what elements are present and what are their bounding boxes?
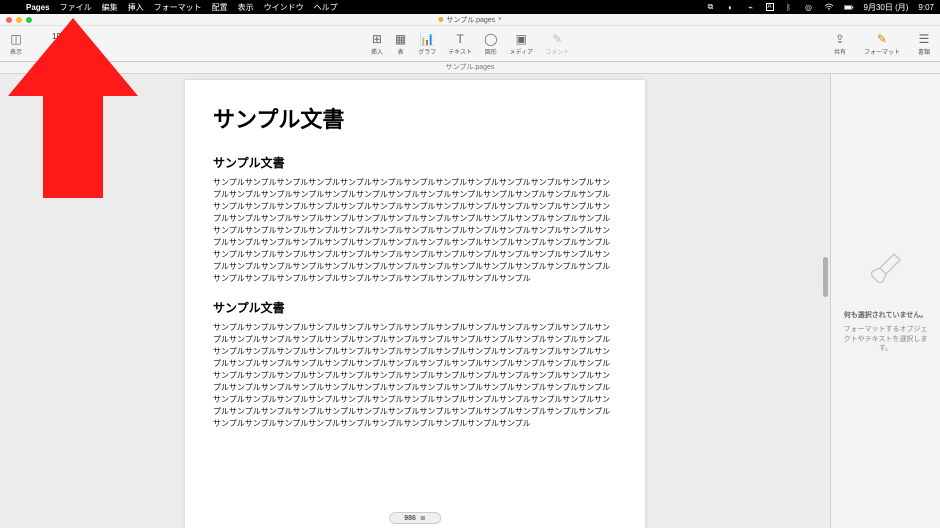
insert-button[interactable]: ⊞挿入 xyxy=(371,32,383,56)
text-label: テキスト xyxy=(448,47,472,56)
menu-view[interactable]: 表示 xyxy=(238,2,254,13)
format-label: フォーマット xyxy=(864,47,900,56)
menubar-date[interactable]: 9月30日 (月) xyxy=(864,2,909,13)
apple-icon[interactable] xyxy=(6,2,16,12)
zoom-control[interactable]: 150%˅ 拡大/縮小 xyxy=(52,32,78,50)
page[interactable]: サンプル文書 サンプル文書 サンプルサンプルサンプルサンプルサンプルサンプルサン… xyxy=(185,80,645,528)
window-minimize-button[interactable] xyxy=(16,17,22,23)
document-label: 書類 xyxy=(918,47,930,56)
list-icon: ≣ xyxy=(420,514,426,522)
table-button[interactable]: ▦表 xyxy=(395,32,406,56)
view-label: 表示 xyxy=(10,47,22,56)
status-icon-2[interactable]: ◐ xyxy=(726,2,736,12)
comment-icon: ✎ xyxy=(552,32,562,46)
document-tab[interactable]: サンプル.pages xyxy=(0,62,940,74)
shape-label: 図形 xyxy=(485,47,497,56)
view-button[interactable]: ◫ 表示 xyxy=(10,32,22,56)
shape-icon: ◯ xyxy=(484,32,497,46)
share-button[interactable]: ⇪共有 xyxy=(834,32,846,56)
menubar-time[interactable]: 9:07 xyxy=(918,3,934,12)
window-zoom-button[interactable] xyxy=(26,17,32,23)
vertical-scrollbar[interactable] xyxy=(822,80,829,522)
zoom-value: 150% xyxy=(52,32,72,41)
word-count-value: 986 xyxy=(404,515,416,522)
menu-edit[interactable]: 編集 xyxy=(102,2,118,13)
section-body-1[interactable]: サンプルサンプルサンプルサンプルサンプルサンプルサンプルサンプルサンプルサンプル… xyxy=(213,177,617,285)
media-icon: ▣ xyxy=(516,32,527,46)
table-label: 表 xyxy=(398,47,404,56)
menu-format[interactable]: フォーマット xyxy=(154,2,202,13)
chart-icon: 📊 xyxy=(420,32,435,46)
sidebar-icon: ◫ xyxy=(10,32,21,46)
window-titlebar: サンプル.pages ˅ xyxy=(0,14,940,26)
bluetooth-icon[interactable]: ᛒ xyxy=(784,2,794,12)
chart-label: グラフ xyxy=(418,47,436,56)
document-icon: ☰ xyxy=(919,32,930,46)
toolbar: ◫ 表示 150%˅ 拡大/縮小 ⊞挿入 ▦表 📊グラフ Tテキスト ◯図形 ▣… xyxy=(0,26,940,62)
window-title[interactable]: サンプル.pages xyxy=(446,15,495,25)
chevron-down-icon[interactable]: ˅ xyxy=(498,17,502,23)
media-label: メディア xyxy=(510,47,534,56)
brush-icon xyxy=(866,248,906,297)
menu-window[interactable]: ウインドウ xyxy=(264,2,304,13)
section-heading-2[interactable]: サンプル文書 xyxy=(213,299,617,316)
wifi-icon[interactable] xyxy=(824,2,834,12)
status-icon-3[interactable]: ⌁ xyxy=(746,2,756,12)
insert-icon: ⊞ xyxy=(372,32,382,46)
menu-arrange[interactable]: 配置 xyxy=(212,2,228,13)
battery-icon[interactable] xyxy=(844,2,854,12)
window-close-button[interactable] xyxy=(6,17,12,23)
document-button[interactable]: ☰書類 xyxy=(918,32,930,56)
status-icon-4[interactable]: ◎ xyxy=(804,2,814,12)
format-button[interactable]: ✎フォーマット xyxy=(864,32,900,56)
brush-icon: ✎ xyxy=(877,32,887,46)
status-icon-1[interactable]: ⧉ xyxy=(706,2,716,12)
comment-button[interactable]: ✎コメント xyxy=(545,32,569,56)
table-icon: ▦ xyxy=(395,32,406,46)
toolbar-center-group: ⊞挿入 ▦表 📊グラフ Tテキスト ◯図形 ▣メディア ✎コメント xyxy=(371,32,569,56)
share-icon: ⇪ xyxy=(835,32,845,46)
canvas[interactable]: サンプル文書 サンプル文書 サンプルサンプルサンプルサンプルサンプルサンプルサン… xyxy=(0,74,830,528)
chart-button[interactable]: 📊グラフ xyxy=(418,32,436,56)
chevron-down-icon: ˅ xyxy=(74,33,78,39)
shape-button[interactable]: ◯図形 xyxy=(484,32,497,56)
menu-insert[interactable]: 挿入 xyxy=(128,2,144,13)
menu-help[interactable]: ヘルプ xyxy=(314,2,338,13)
insert-label: 挿入 xyxy=(371,47,383,56)
text-button[interactable]: Tテキスト xyxy=(448,32,472,56)
share-label: 共有 xyxy=(834,47,846,56)
menu-file[interactable]: ファイル xyxy=(60,2,92,13)
input-icon[interactable]: A xyxy=(766,3,774,11)
text-icon: T xyxy=(456,32,463,46)
document-proxy-icon[interactable] xyxy=(438,17,443,22)
menubar-app-name[interactable]: Pages xyxy=(26,3,50,12)
media-button[interactable]: ▣メディア xyxy=(510,32,534,56)
zoom-label: 拡大/縮小 xyxy=(52,41,78,50)
section-heading-1[interactable]: サンプル文書 xyxy=(213,154,617,171)
sidebar-empty-title: 何も選択されていません。 xyxy=(841,311,930,321)
scroll-thumb[interactable] xyxy=(823,257,828,297)
format-sidebar: 何も選択されていません。 フォーマットするオブジェクトやテキストを選択します。 xyxy=(830,74,940,528)
sidebar-empty-body: フォーマットするオブジェクトやテキストを選択します。 xyxy=(841,325,930,354)
section-body-2[interactable]: サンプルサンプルサンプルサンプルサンプルサンプルサンプルサンプルサンプルサンプル… xyxy=(213,322,617,430)
comment-label: コメント xyxy=(545,47,569,56)
mac-menubar: Pages ファイル 編集 挿入 フォーマット 配置 表示 ウインドウ ヘルプ … xyxy=(0,0,940,14)
doc-title[interactable]: サンプル文書 xyxy=(213,102,617,134)
word-count-pill[interactable]: 986 ≣ xyxy=(389,512,441,524)
